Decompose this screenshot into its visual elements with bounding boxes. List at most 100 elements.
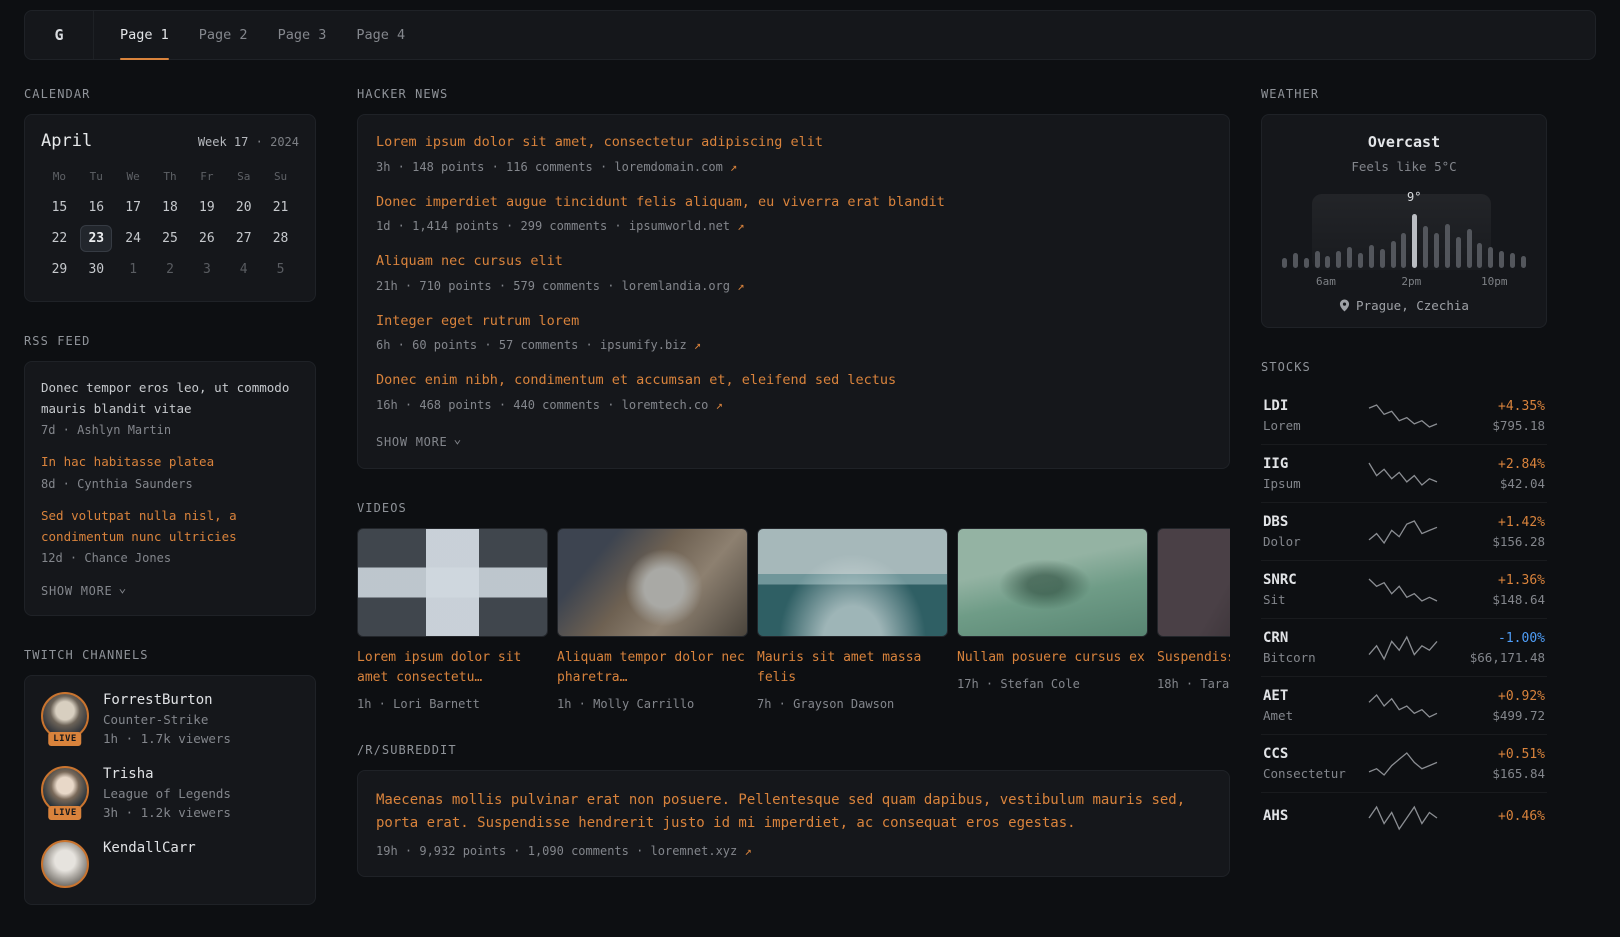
subreddit-card: Maecenas mollis pulvinar erat non posuer… <box>357 770 1230 877</box>
weather-bars <box>1282 212 1526 268</box>
stock-change: +0.51% <box>1453 747 1545 762</box>
hn-item-title[interactable]: Lorem ipsum dolor sit amet, consectetur … <box>376 133 1211 153</box>
stock-sparkline <box>1353 576 1453 604</box>
calendar-day: 23 <box>80 225 112 252</box>
hn-item-domain[interactable]: ipsumworld.net ↗ <box>629 219 745 233</box>
hn-item-domain[interactable]: loremlandia.org ↗ <box>622 279 745 293</box>
stock-row[interactable]: IIGIpsum +2.84%$42.04 <box>1261 445 1547 503</box>
weather-time-label: 10pm <box>1481 275 1508 288</box>
video-card[interactable]: Mauris sit amet massa felis 7h · Grayson… <box>757 528 946 711</box>
stock-row[interactable]: LDILorem +4.35%$795.18 <box>1261 387 1547 445</box>
calendar-day: 22 <box>41 223 78 254</box>
video-title[interactable]: Aliquam tempor dolor nec pharetra… <box>557 648 746 688</box>
video-title[interactable]: Mauris sit amet massa felis <box>757 648 946 688</box>
twitch-channel-name[interactable]: KendallCarr <box>103 840 196 856</box>
external-link-icon: ↗ <box>744 844 751 858</box>
stock-ticker: CRN <box>1263 630 1353 646</box>
twitch-game[interactable]: Counter-Strike <box>103 712 231 727</box>
hn-item-domain[interactable]: ipsumify.biz ↗ <box>600 338 701 352</box>
stock-row[interactable]: CRNBitcorn -1.00%$66,171.48 <box>1261 619 1547 677</box>
twitch-channel-row[interactable]: LIVE ForrestBurton Counter-Strike 1h · 1… <box>41 692 299 746</box>
weather-bar <box>1325 256 1330 268</box>
hn-meta-text: 6h · 60 points · 57 comments · <box>376 338 600 352</box>
stock-name: Amet <box>1263 708 1353 723</box>
stock-row[interactable]: AHS +0.46% <box>1261 793 1547 843</box>
stock-row[interactable]: SNRCSit +1.36%$148.64 <box>1261 561 1547 619</box>
twitch-avatar[interactable]: LIVE <box>41 692 89 740</box>
weather-bar <box>1488 247 1493 268</box>
subreddit-post-title[interactable]: Maecenas mollis pulvinar erat non posuer… <box>376 789 1211 835</box>
stock-sparkline <box>1353 634 1453 662</box>
hn-item-domain[interactable]: loremdomain.com ↗ <box>614 160 737 174</box>
weather-bar <box>1499 251 1504 268</box>
video-title[interactable]: Nullam posuere cursus ex <box>957 648 1146 668</box>
tab-page-4[interactable]: Page 4 <box>356 11 405 59</box>
tab-page-2[interactable]: Page 2 <box>199 11 248 59</box>
weather-bar <box>1434 233 1439 268</box>
calendar-year: 2024 <box>270 135 299 149</box>
twitch-avatar[interactable]: LIVE <box>41 766 89 814</box>
hn-meta-text: 21h · 710 points · 579 comments · <box>376 279 622 293</box>
twitch-channel-row[interactable]: LIVE Trisha League of Legends 3h · 1.2k … <box>41 766 299 820</box>
stock-row[interactable]: CCSConsectetur +0.51%$165.84 <box>1261 735 1547 793</box>
weather-bar <box>1445 224 1450 268</box>
rss-item-title[interactable]: Sed volutpat nulla nisl, a condimentum n… <box>41 506 299 547</box>
twitch-game[interactable]: League of Legends <box>103 786 231 801</box>
stock-sparkline <box>1353 804 1453 832</box>
rss-item-title[interactable]: In hac habitasse platea <box>41 452 299 473</box>
stock-ticker: CCS <box>1263 746 1353 762</box>
weather-time-label: 6am <box>1316 275 1336 288</box>
weather-bar <box>1401 233 1406 268</box>
twitch-channel-name[interactable]: ForrestBurton <box>103 692 231 708</box>
video-thumbnail[interactable] <box>557 528 748 637</box>
hn-item-title[interactable]: Donec imperdiet augue tincidunt felis al… <box>376 193 1211 213</box>
hn-item-title[interactable]: Integer eget rutrum lorem <box>376 312 1211 332</box>
video-card[interactable]: Suspendisse diam 18h · Tara <box>1157 528 1230 711</box>
video-thumbnail[interactable] <box>757 528 948 637</box>
rss-widget: RSS FEED Donec tempor eros leo, ut commo… <box>24 334 316 616</box>
video-meta: 1h · Molly Carrillo <box>557 697 746 711</box>
app-logo[interactable]: G <box>25 11 94 59</box>
weather-location[interactable]: Prague, Czechia <box>1276 298 1532 313</box>
calendar-day: 27 <box>225 223 262 254</box>
rss-item: Sed volutpat nulla nisl, a condimentum n… <box>41 506 299 565</box>
stock-row[interactable]: AETAmet +0.92%$499.72 <box>1261 677 1547 735</box>
tab-page-3[interactable]: Page 3 <box>278 11 327 59</box>
topbar: G Page 1 Page 2 Page 3 Page 4 <box>24 10 1596 60</box>
weather-bar <box>1336 251 1341 268</box>
rss-item-title[interactable]: Donec tempor eros leo, ut commodo mauris… <box>41 378 299 419</box>
twitch-avatar[interactable] <box>41 840 89 888</box>
hn-item-domain[interactable]: loremtech.co ↗ <box>622 398 723 412</box>
tab-page-1[interactable]: Page 1 <box>120 11 169 59</box>
video-card[interactable]: Nullam posuere cursus ex 17h · Stefan Co… <box>957 528 1146 711</box>
video-title[interactable]: Lorem ipsum dolor sit amet consectetu… <box>357 648 546 688</box>
weekday-label: Sa <box>225 161 262 192</box>
external-link-icon: ↗ <box>716 398 723 412</box>
hn-meta-text: 3h · 148 points · 116 comments · <box>376 160 614 174</box>
video-thumbnail[interactable] <box>357 528 548 637</box>
subreddit-post-meta: 19h · 9,932 points · 1,090 comments · lo… <box>376 844 1211 858</box>
rss-item: Donec tempor eros leo, ut commodo mauris… <box>41 378 299 437</box>
video-card[interactable]: Lorem ipsum dolor sit amet consectetu… 1… <box>357 528 546 711</box>
twitch-channel-name[interactable]: Trisha <box>103 766 231 782</box>
calendar-day: 24 <box>115 223 152 254</box>
video-thumbnail[interactable] <box>957 528 1148 637</box>
hn-show-more-button[interactable]: SHOW MORE ⌄ <box>376 435 462 449</box>
hackernews-card: Lorem ipsum dolor sit amet, consectetur … <box>357 114 1230 469</box>
video-card[interactable]: Aliquam tempor dolor nec pharetra… 1h · … <box>557 528 746 711</box>
weather-bar <box>1456 237 1461 268</box>
rss-show-more-button[interactable]: SHOW MORE ⌄ <box>41 584 127 598</box>
live-badge: LIVE <box>48 732 81 746</box>
video-thumbnail[interactable] <box>1157 528 1230 637</box>
hn-item-title[interactable]: Donec enim nibh, condimentum et accumsan… <box>376 371 1211 391</box>
calendar-day: 30 <box>78 254 115 285</box>
hn-item-title[interactable]: Aliquam nec cursus elit <box>376 252 1211 272</box>
stock-change: +0.92% <box>1453 689 1545 704</box>
video-title[interactable]: Suspendisse diam <box>1157 648 1230 668</box>
twitch-channel-row[interactable]: KendallCarr <box>41 840 299 888</box>
weather-bar <box>1304 258 1309 268</box>
subreddit-post-domain[interactable]: loremnet.xyz ↗ <box>651 844 752 858</box>
stock-row[interactable]: DBSDolor +1.42%$156.28 <box>1261 503 1547 561</box>
hn-item-meta: 6h · 60 points · 57 comments · ipsumify.… <box>376 338 1211 352</box>
hn-item-meta: 16h · 468 points · 440 comments · loremt… <box>376 398 1211 412</box>
